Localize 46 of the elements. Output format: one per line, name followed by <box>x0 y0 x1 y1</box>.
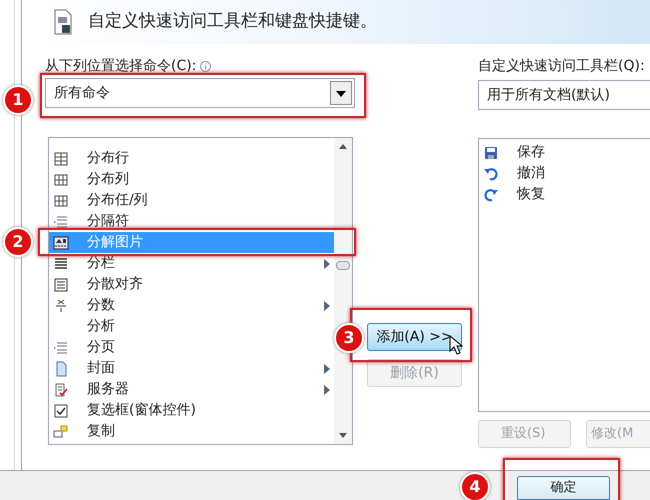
dropdown[interactable]: 用于所有文档(默认) <box>478 80 650 110</box>
document-icon <box>52 9 74 35</box>
toolbar-item[interactable]: 保存 <box>479 142 650 163</box>
columns-icon <box>53 172 69 188</box>
step-badge: 1 <box>3 85 33 115</box>
rows-icon <box>53 150 69 166</box>
step-badge: 2 <box>3 227 33 257</box>
command-item[interactable]: 分散对齐 <box>49 274 334 295</box>
checklist-icon <box>53 382 69 398</box>
toolbar-label: 自定义快速访问工具栏(Q): <box>478 57 646 76</box>
separator-icon <box>53 214 69 230</box>
redo-icon <box>483 186 499 202</box>
columns-icon <box>53 192 69 208</box>
text-lines-icon <box>53 256 69 272</box>
checkbox-icon <box>53 402 69 418</box>
command-item[interactable]: 分栏 <box>49 253 334 274</box>
commands-label: 从下列位置选择命令(C): <box>45 56 196 76</box>
command-item[interactable]: 复制 <box>49 421 334 442</box>
command-item[interactable]: 分析 <box>49 316 334 337</box>
toolbar-item[interactable]: 恢复 <box>479 184 650 205</box>
command-item[interactable]: 服务器 <box>49 379 334 400</box>
command-item[interactable]: 分数 <box>49 295 334 316</box>
command-item[interactable]: 复选框(窗体控件) <box>49 400 334 421</box>
info-icon <box>200 60 212 72</box>
fraction-icon <box>53 298 69 314</box>
command-item[interactable]: 分页 <box>49 337 334 358</box>
scrollbar[interactable] <box>334 138 352 444</box>
dialog-title: 自定义快速访问工具栏和键盘快捷键。 <box>88 10 377 34</box>
toolbar-item[interactable]: 撤消 <box>479 163 650 184</box>
command-item[interactable]: 分隔符 <box>49 211 334 232</box>
command-item[interactable]: 分布列 <box>49 169 334 190</box>
save-icon <box>483 144 499 160</box>
copy-icon <box>53 424 69 440</box>
ok-button[interactable]: 确定 <box>517 476 610 500</box>
separator-icon <box>53 340 69 356</box>
undo-icon <box>483 166 499 182</box>
picture-icon <box>53 234 69 250</box>
command-item[interactable]: 分布任/列 <box>49 190 334 211</box>
justify-icon <box>53 276 69 292</box>
scroll-thumb[interactable] <box>336 261 350 270</box>
command-item[interactable]: 封面 <box>49 358 334 379</box>
scroll-down-icon[interactable] <box>339 433 347 438</box>
step-badge: 3 <box>334 323 364 353</box>
command-item[interactable]: 分布行 <box>49 148 334 169</box>
scroll-up-icon[interactable] <box>339 144 347 149</box>
dropdown[interactable]: 所有命令 <box>45 78 355 108</box>
